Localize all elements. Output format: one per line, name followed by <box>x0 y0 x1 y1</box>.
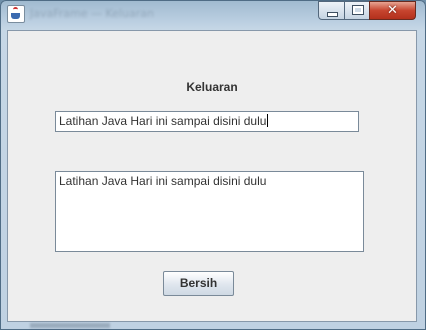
title-bar[interactable]: JavaFrame — Keluaran ✕ <box>0 0 426 30</box>
text-area-value: Latihan Java Hari ini sampai disini dulu <box>59 174 267 188</box>
output-text-area[interactable]: Latihan Java Hari ini sampai disini dulu <box>55 171 364 252</box>
heading-label: Keluaran <box>186 80 238 94</box>
maximize-button[interactable] <box>344 1 370 20</box>
text-field-value: Latihan Java Hari ini sampai disini dulu <box>59 114 267 128</box>
content-panel: Keluaran Latihan Java Hari ini sampai di… <box>7 30 417 322</box>
minimize-icon <box>327 12 338 17</box>
minimize-button[interactable] <box>318 1 345 20</box>
app-window: JavaFrame — Keluaran ✕ Keluaran Latihan … <box>0 0 426 330</box>
clear-button[interactable]: Bersih <box>163 271 234 296</box>
taskbar-remnant <box>30 323 110 328</box>
close-button[interactable]: ✕ <box>369 1 416 20</box>
text-cursor <box>267 114 269 127</box>
close-icon: ✕ <box>387 3 398 18</box>
output-text-field[interactable]: Latihan Java Hari ini sampai disini dulu <box>55 111 359 132</box>
java-app-icon[interactable] <box>7 5 25 23</box>
maximize-icon <box>352 5 364 15</box>
window-title: JavaFrame — Keluaran <box>30 7 154 20</box>
